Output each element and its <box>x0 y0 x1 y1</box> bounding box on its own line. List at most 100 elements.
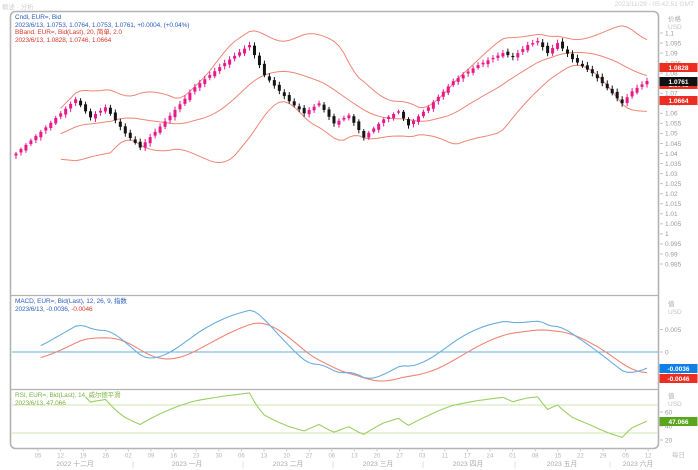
candle-body <box>178 104 181 109</box>
bollinger-price-badge-text: 1.0664 <box>669 98 689 105</box>
price-tick-label: 1.04 <box>665 151 678 158</box>
price-axis-header: 价格 <box>668 14 682 23</box>
candle-body <box>487 60 490 64</box>
price-tick-label: 1.005 <box>665 221 682 228</box>
candle-body <box>129 133 132 138</box>
chart-frame <box>11 12 659 449</box>
date-tick-label: 17 <box>464 454 471 460</box>
price-tick-label: 1.035 <box>665 161 682 168</box>
date-tick-label: 09 <box>148 454 155 460</box>
candle-body <box>342 118 345 120</box>
candle-body <box>19 149 22 152</box>
candle-body <box>298 106 301 109</box>
candle-body <box>511 56 514 57</box>
price-tick-label: 0.985 <box>665 261 682 268</box>
candle-body <box>15 154 18 156</box>
interval-label: 每日 <box>672 449 685 459</box>
candle-body <box>164 121 167 126</box>
candle-body <box>496 55 499 57</box>
candle-body <box>576 58 579 62</box>
candle-body <box>402 112 405 119</box>
candle-body <box>283 92 286 96</box>
candle-body <box>99 111 102 113</box>
candle-body <box>203 79 206 84</box>
candle-body <box>79 101 82 106</box>
macd-tick-label: 0.005 <box>665 327 682 334</box>
candle-body <box>318 103 321 105</box>
last-price-badge-text: 1.0761 <box>669 79 689 86</box>
candle-body <box>641 84 644 86</box>
date-tick-label: 13 <box>351 454 358 460</box>
candle-body <box>59 113 62 116</box>
candle-body <box>482 63 485 65</box>
rsi-value-badge-text: 47.066 <box>669 419 689 426</box>
candle-body <box>477 65 480 68</box>
month-separator: | <box>514 461 516 468</box>
candle-body <box>596 74 599 78</box>
candle-body <box>144 142 147 147</box>
candle-body <box>149 137 152 143</box>
chart-window: 概述 · 分析 2023/11/29 - 05:42:51 GMT 1.11.0… <box>0 0 698 470</box>
candle-body <box>109 108 112 114</box>
candle-body <box>208 75 211 78</box>
candle-body <box>308 110 311 114</box>
candle-body <box>323 105 326 110</box>
price-tick-label: 1.01 <box>665 211 678 218</box>
candle-body <box>218 67 221 71</box>
candle-body <box>84 104 87 111</box>
candle-body <box>134 139 137 142</box>
macd-tick-label: 0 <box>665 349 669 356</box>
month-label: 2023 四月 <box>453 460 484 468</box>
candle-body <box>501 53 504 56</box>
candle-body <box>173 110 176 117</box>
candle-body <box>193 87 196 91</box>
candle-body <box>442 92 445 97</box>
candle-body <box>646 81 649 84</box>
candle-body <box>169 116 172 120</box>
candle-body <box>536 41 539 42</box>
candle-body <box>397 111 400 112</box>
candle-body <box>556 43 559 49</box>
candle-body <box>417 116 420 122</box>
price-tick-label: 1.09 <box>665 50 678 57</box>
date-tick-label: 26 <box>102 454 109 460</box>
candle-body <box>626 97 629 103</box>
candle-body <box>382 119 385 123</box>
candle-body <box>89 111 92 117</box>
date-tick-label: 06 <box>238 454 245 460</box>
candle-body <box>506 52 509 55</box>
month-label: 2023 二月 <box>273 460 304 468</box>
candle-body <box>372 128 375 131</box>
candle-body <box>313 107 316 111</box>
macd-axis-unit: USD <box>668 309 682 316</box>
candle-body <box>581 64 584 66</box>
candle-body <box>422 112 425 116</box>
candle-body <box>531 43 534 44</box>
date-tick-label: 22 <box>577 454 584 460</box>
candle-body <box>332 116 335 123</box>
candle-body <box>228 60 231 65</box>
date-tick-label: 03 <box>419 454 426 460</box>
date-tick-label: 02 <box>125 454 132 460</box>
candle-body <box>44 127 47 130</box>
date-tick-label: 27 <box>396 454 403 460</box>
date-tick-label: 29 <box>600 454 607 460</box>
candle-body <box>447 86 450 92</box>
date-tick-label: 12 <box>645 454 652 460</box>
candle-body <box>159 127 162 133</box>
month-separator: | <box>132 461 134 468</box>
price-tick-label: 1.02 <box>665 191 678 198</box>
price-tick-label: 1.1 <box>665 30 674 37</box>
candle-body <box>412 121 415 124</box>
candle-body <box>34 136 37 140</box>
candle-body <box>636 88 639 93</box>
price-tick-label: 1.03 <box>665 171 678 178</box>
candle-body <box>631 91 634 96</box>
candle-body <box>94 114 97 119</box>
candle-body <box>303 108 306 113</box>
candle-body <box>571 54 574 59</box>
rsi-tick-label: 20 <box>665 437 673 444</box>
candle-body <box>74 99 77 103</box>
date-tick-label: 20 <box>283 454 290 460</box>
chart-canvas[interactable]: 1.11.0951.091.0851.081.0751.071.0651.061… <box>0 0 698 470</box>
